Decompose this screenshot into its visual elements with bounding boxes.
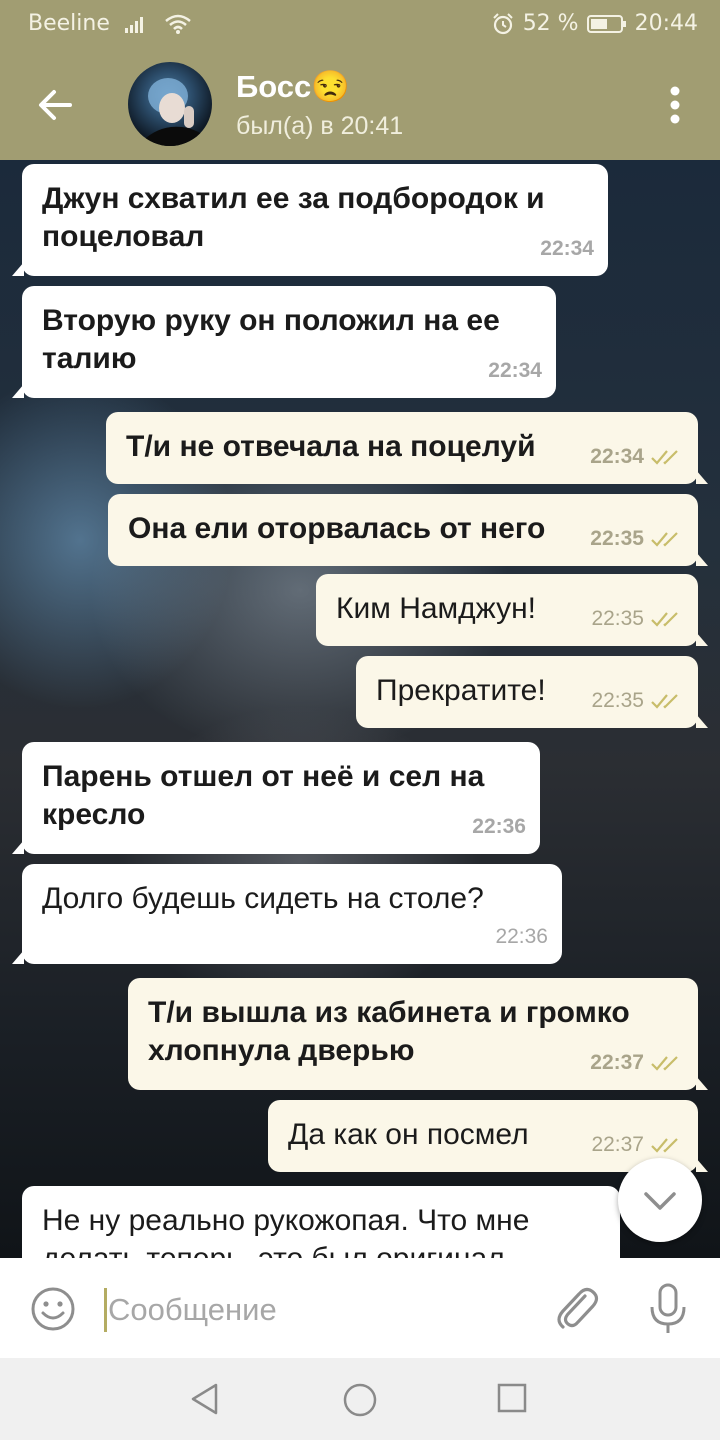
message-time-label: 22:34 <box>540 237 594 260</box>
message-text: Долго будешь сидеть на столе? <box>42 882 484 915</box>
message-list[interactable]: Джун схватил ее за подбородок и поцелова… <box>0 160 720 1258</box>
nav-back-icon[interactable] <box>188 1382 222 1416</box>
text-cursor <box>104 1288 107 1332</box>
battery-percent: 52 % <box>522 11 579 36</box>
message-time-label: 22:34 <box>590 445 644 468</box>
message-time-label: 22:35 <box>590 527 644 550</box>
back-arrow-icon[interactable] <box>34 84 76 126</box>
message-bubble[interactable]: Долго будешь сидеть на столе? 22:36 <box>12 864 562 964</box>
alarm-icon <box>492 12 513 34</box>
message-bubble[interactable]: Вторую руку он положил на ее талию 22:34 <box>12 286 556 398</box>
message-bubble[interactable]: Парень отшел от неё и сел на кресло 22:3… <box>12 742 540 854</box>
read-checks-icon <box>651 694 678 709</box>
message-bubble[interactable]: Джун схватил ее за подбородок и поцелова… <box>12 164 608 276</box>
message-time: 22:35 <box>590 520 684 558</box>
chat-header: Босс😒 был(а) в 20:41 <box>0 48 720 160</box>
read-checks-icon <box>651 612 678 627</box>
status-bar: Beeline 52 % 20:44 <box>0 0 720 48</box>
signal-icon <box>124 16 143 33</box>
status-left: Beeline <box>28 11 192 36</box>
message-time: 22:34 <box>488 352 542 390</box>
last-seen-status: был(а) в 20:41 <box>236 112 404 140</box>
clock: 20:44 <box>634 11 698 36</box>
nav-home-icon[interactable] <box>342 1382 378 1418</box>
message-bubble[interactable]: Прекратите! 22:35 <box>356 656 708 728</box>
read-checks-icon <box>651 1056 678 1071</box>
wifi-icon <box>165 14 191 34</box>
message-time: 22:36 <box>472 808 526 846</box>
message-text: Джун схватил ее за подбородок и поцелова… <box>42 182 545 253</box>
nav-recents-icon[interactable] <box>496 1382 528 1414</box>
status-right: 52 % 20:44 <box>491 11 698 36</box>
read-checks-icon <box>651 532 678 547</box>
system-nav-bar <box>0 1358 720 1440</box>
message-bubble[interactable]: Ким Намджун! 22:35 <box>316 574 708 646</box>
message-time: 22:35 <box>591 682 684 720</box>
message-time: 22:35 <box>591 600 684 638</box>
message-text: Вторую руку он положил на ее талию <box>42 304 500 375</box>
message-composer: Сообщение <box>0 1258 720 1358</box>
message-time-label: 22:34 <box>488 359 542 382</box>
message-text: Прекратите! <box>376 674 546 707</box>
message-time: 22:34 <box>590 438 684 476</box>
message-time: 22:36 <box>495 918 548 956</box>
chevron-down-icon <box>644 1192 676 1210</box>
scroll-down-button[interactable] <box>618 1158 702 1242</box>
emoji-icon[interactable] <box>30 1286 76 1332</box>
message-text: Она ели оторвалась от него <box>128 512 546 545</box>
message-bubble[interactable]: Т/и не отвечала на поцелуй 22:34 <box>106 412 708 484</box>
avatar[interactable] <box>128 62 212 146</box>
battery-icon <box>586 14 626 33</box>
avatar-image <box>138 78 212 146</box>
carrier-label: Beeline <box>28 11 110 36</box>
message-text: Ким Намджун! <box>336 592 536 625</box>
more-vertical-icon[interactable] <box>670 86 680 124</box>
message-time-label: 22:37 <box>590 1051 644 1074</box>
message-text: Не ну реально рукожопая. Что мне делать … <box>42 1204 530 1258</box>
message-text: Т/и не отвечала на поцелуй <box>126 430 536 463</box>
message-text: Да как он посмел <box>288 1118 529 1151</box>
microphone-icon[interactable] <box>648 1282 688 1336</box>
message-time-label: 22:36 <box>472 815 526 838</box>
chat-title[interactable]: Босс😒 <box>236 68 350 105</box>
message-time-label: 22:36 <box>495 925 548 948</box>
message-time: 22:34 <box>540 230 594 268</box>
read-checks-icon <box>651 1138 678 1153</box>
message-time: 22:37 <box>590 1044 684 1082</box>
message-text: Парень отшел от неё и сел на кресло <box>42 760 485 831</box>
read-checks-icon <box>651 450 678 465</box>
message-bubble[interactable]: Не ну реально рукожопая. Что мне делать … <box>22 1186 620 1258</box>
message-input[interactable]: Сообщение <box>108 1292 277 1328</box>
paperclip-icon[interactable] <box>552 1282 600 1334</box>
message-time-label: 22:35 <box>591 607 644 630</box>
message-bubble[interactable]: Она ели оторвалась от него 22:35 <box>108 494 708 566</box>
message-bubble[interactable]: Т/и вышла из кабинета и громко хлопнула … <box>128 978 708 1090</box>
message-time-label: 22:35 <box>591 689 644 712</box>
